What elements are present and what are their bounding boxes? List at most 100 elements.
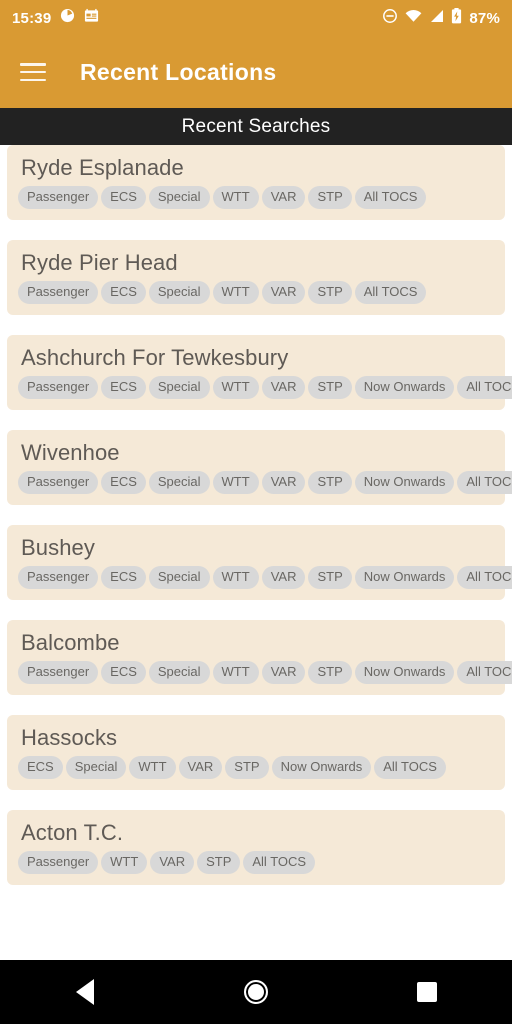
recent-search-card[interactable]: Ryde Pier Head Passenger ECS Special WTT VAR S… [7, 239, 505, 315]
filter-chip[interactable]: All TOCS [354, 186, 427, 209]
do-not-disturb-icon [382, 8, 398, 29]
recent-searches-list[interactable]: Ryde Esplanade Passenger ECS Special WTT VAR S… [0, 145, 512, 960]
battery-percent-label: 87% [469, 9, 500, 27]
filter-chip[interactable]: VAR [261, 375, 306, 399]
filter-chip[interactable]: Passenger [18, 375, 99, 399]
filter-chip[interactable]: All TOCS [457, 470, 512, 494]
filter-chip[interactable]: ECS [101, 186, 146, 209]
filter-chip[interactable]: VAR [261, 280, 306, 304]
recents-icon [416, 982, 437, 1002]
recent-search-card[interactable]: Bushey Passenger ECS Special WTT VAR STP Now On… [7, 524, 512, 600]
recent-searches-header: Recent Searches [0, 108, 512, 145]
filter-chip[interactable]: Special [148, 565, 210, 589]
recent-search-name: Acton T.C. [21, 819, 124, 845]
wifi-icon [405, 9, 422, 28]
filter-chip[interactable]: VAR [150, 850, 195, 874]
filter-chip[interactable]: Passenger [18, 850, 99, 874]
filter-chip[interactable]: STP [308, 186, 352, 209]
status-bar-clock: 15:39 [12, 9, 52, 27]
page-title: Recent Locations [80, 58, 277, 85]
filter-chip[interactable]: All TOCS [243, 850, 316, 874]
app-root: 15:39 87% Recent Locations Recent Search… [0, 0, 512, 1024]
filter-chip[interactable]: STP [308, 565, 352, 589]
filter-chip[interactable]: STP [308, 375, 352, 399]
filter-chip[interactable]: Special [65, 755, 127, 779]
filter-chip[interactable]: VAR [261, 186, 306, 209]
filter-chip[interactable]: Special [148, 660, 210, 684]
filter-chip[interactable]: Now Onwards [354, 565, 455, 589]
recent-search-card[interactable]: Ryde Esplanade Passenger ECS Special WTT VAR S… [7, 145, 505, 220]
nav-back-button[interactable] [0, 979, 171, 1005]
filter-chip[interactable]: VAR [261, 660, 306, 684]
filter-chip[interactable]: All TOCS [374, 755, 446, 779]
recent-search-card[interactable]: Ashchurch For Tewkesbury Passenger ECS Spec… [7, 334, 512, 410]
filter-chip-row: Passenger WTT VAR STP All TOCS [15, 850, 497, 874]
filter-chip[interactable]: ECS [101, 470, 146, 494]
filter-chip[interactable]: All TOCS [457, 375, 512, 399]
filter-chip[interactable]: Now Onwards [354, 470, 455, 494]
filter-chip[interactable]: WTT [212, 660, 259, 684]
filter-chip-row: Passenger ECS Special WTT VAR STP Now Onwards A… [15, 660, 512, 684]
status-bar-right: 87% [382, 7, 500, 29]
filter-chip[interactable]: All TOCS [457, 660, 512, 684]
filter-chip[interactable]: Special [148, 186, 210, 209]
filter-chip[interactable]: Now Onwards [271, 755, 372, 779]
back-icon [76, 979, 95, 1005]
filter-chip[interactable]: ECS [101, 660, 146, 684]
filter-chip-row: Passenger ECS Special WTT VAR STP All TOCS [15, 280, 497, 304]
filter-chip[interactable]: VAR [261, 565, 306, 589]
filter-chip[interactable]: Special [148, 280, 210, 304]
filter-chip[interactable]: All TOCS [354, 280, 427, 304]
filter-chip[interactable]: STP [308, 470, 352, 494]
filter-chip[interactable]: STP [225, 755, 269, 779]
filter-chip[interactable]: ECS [101, 280, 146, 304]
nav-recents-button[interactable] [341, 982, 512, 1002]
filter-chip[interactable]: WTT [212, 186, 259, 209]
recent-search-name: Balcombe [21, 629, 120, 655]
recent-search-card[interactable]: Wivenhoe Passenger ECS Special WTT VAR STP Now … [7, 429, 512, 505]
filter-chip[interactable]: Passenger [18, 186, 99, 209]
filter-chip[interactable]: WTT [212, 375, 259, 399]
filter-chip[interactable]: ECS [18, 755, 63, 779]
filter-chip[interactable]: STP [308, 280, 352, 304]
filter-chip[interactable]: STP [197, 850, 241, 874]
filter-chip[interactable]: Passenger [18, 280, 99, 304]
nav-home-button[interactable] [171, 980, 342, 1004]
filter-chip[interactable]: Passenger [18, 565, 99, 589]
filter-chip[interactable]: ECS [101, 375, 146, 399]
filter-chip-row: Passenger ECS Special WTT VAR STP Now Onwards A… [15, 470, 512, 494]
filter-chip[interactable]: WTT [212, 565, 259, 589]
filter-chip[interactable]: Now Onwards [354, 660, 455, 684]
filter-chip[interactable]: WTT [212, 470, 259, 494]
filter-chip[interactable]: WTT [212, 280, 259, 304]
recent-search-card[interactable]: Hassocks ECS Special WTT VAR STP Now Onwards Al… [7, 714, 505, 790]
filter-chip[interactable]: Now Onwards [354, 375, 455, 399]
calendar-icon [84, 8, 99, 28]
filter-chip[interactable]: Passenger [18, 470, 99, 494]
filter-chip-row: Passenger ECS Special WTT VAR STP Now Onwards A… [15, 565, 512, 589]
recent-searches-header-label: Recent Searches [181, 115, 331, 137]
status-bar-left: 15:39 [12, 8, 99, 28]
filter-chip[interactable]: Passenger [18, 660, 99, 684]
filter-chip[interactable]: Special [148, 470, 210, 494]
recent-search-name: Ryde Esplanade [21, 155, 184, 180]
filter-chip[interactable]: WTT [129, 755, 176, 779]
filter-chip[interactable]: All TOCS [457, 565, 512, 589]
home-icon [244, 980, 268, 1004]
recent-search-card[interactable]: Acton T.C. Passenger WTT VAR STP All TOCS [7, 809, 505, 885]
filter-chip[interactable]: VAR [261, 470, 306, 494]
recent-search-name: Ashchurch For Tewkesbury [21, 344, 289, 370]
filter-chip[interactable]: STP [308, 660, 352, 684]
app-bar: Recent Locations [0, 36, 512, 108]
filter-chip[interactable]: VAR [178, 755, 223, 779]
filter-chip[interactable]: WTT [101, 850, 148, 874]
recent-search-card[interactable]: Balcombe Passenger ECS Special WTT VAR STP Now … [7, 619, 512, 695]
signal-icon [429, 9, 444, 28]
filter-chip[interactable]: ECS [101, 565, 146, 589]
filter-chip[interactable]: Special [148, 375, 210, 399]
hamburger-menu-icon[interactable] [20, 63, 46, 81]
clock-icon [60, 8, 75, 28]
status-bar: 15:39 87% [0, 0, 512, 36]
recent-search-name: Wivenhoe [21, 439, 120, 465]
recent-search-name: Bushey [21, 534, 95, 560]
